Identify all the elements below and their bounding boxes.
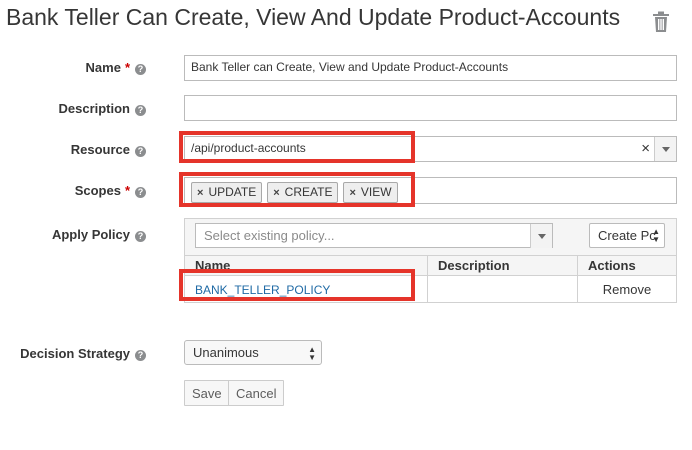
clear-icon[interactable]: ×: [641, 140, 650, 157]
help-icon[interactable]: ?: [135, 105, 146, 116]
highlight-box-policy: [179, 269, 415, 301]
required-marker: *: [124, 183, 130, 198]
scopes-label: Scopes *?: [75, 183, 146, 198]
trash-icon[interactable]: [652, 11, 670, 33]
help-icon[interactable]: ?: [135, 64, 146, 75]
column-header-description: Description: [427, 255, 578, 276]
description-label: Description?: [58, 101, 146, 116]
decision-strategy-select[interactable]: Unanimous ▲ ▼: [184, 340, 322, 365]
name-input[interactable]: Bank Teller can Create, View and Update …: [184, 55, 677, 81]
page-title: Bank Teller Can Create, View And Update …: [6, 4, 621, 30]
description-input[interactable]: [184, 95, 677, 121]
select-arrows-icon: ▲ ▼: [308, 345, 316, 362]
apply-policy-label: Apply Policy?: [52, 227, 146, 242]
remove-policy-button[interactable]: Remove: [577, 275, 677, 303]
policy-description-cell: [427, 275, 578, 303]
highlight-box-scopes: [179, 172, 415, 207]
name-label: Name *?: [86, 60, 146, 75]
chevron-down-icon[interactable]: [530, 224, 552, 248]
policy-select[interactable]: Select existing policy...: [195, 223, 553, 248]
select-arrows-icon: ▲ ▼: [652, 227, 660, 244]
help-icon[interactable]: ?: [135, 187, 146, 198]
required-marker: *: [124, 60, 130, 75]
create-policy-select[interactable]: Create Pc ▲ ▼: [589, 223, 665, 248]
help-icon[interactable]: ?: [135, 350, 146, 361]
highlight-box-resource: [179, 131, 415, 163]
help-icon[interactable]: ?: [135, 146, 146, 157]
help-icon[interactable]: ?: [135, 231, 146, 242]
policy-select-placeholder: Select existing policy...: [204, 228, 335, 243]
resource-label: Resource?: [71, 142, 146, 157]
save-button[interactable]: Save: [184, 380, 230, 406]
cancel-button[interactable]: Cancel: [228, 380, 285, 406]
decision-strategy-label: Decision Strategy?: [20, 346, 146, 361]
column-header-actions: Actions: [577, 255, 677, 276]
chevron-down-icon[interactable]: [654, 137, 676, 161]
